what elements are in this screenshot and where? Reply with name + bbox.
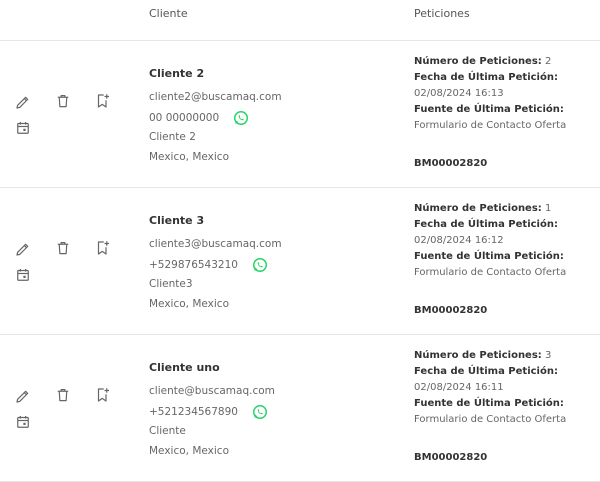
pencil-icon[interactable]	[14, 387, 32, 405]
bookmark-add-icon[interactable]	[94, 386, 112, 404]
trash-icon[interactable]	[54, 386, 72, 404]
client-location: Mexico, Mexico	[149, 298, 230, 310]
last-request-date-value: 02/08/2024 16:13	[414, 88, 504, 99]
last-request-date-value: 02/08/2024 16:11	[414, 382, 504, 393]
client-info: Cliente uno cliente@buscamaq.com +521234…	[149, 360, 275, 462]
client-phone: +521234567890	[149, 406, 238, 418]
request-count-value: 2	[544, 56, 552, 67]
request-info: Número de Peticiones: 1 Fecha de Última …	[414, 201, 599, 316]
trash-icon[interactable]	[54, 239, 72, 257]
calendar-icon[interactable]	[14, 119, 32, 137]
client-info: Cliente 2 cliente2@buscamaq.com 00 00000…	[149, 66, 282, 168]
last-request-source-label: Fuente de Última Petición:	[414, 104, 564, 115]
client-company: Cliente 2	[149, 131, 196, 143]
table-row: Cliente uno cliente@buscamaq.com +521234…	[0, 335, 600, 482]
client-company: Cliente3	[149, 278, 193, 290]
table-row: Cliente 2 cliente2@buscamaq.com 00 00000…	[0, 41, 600, 188]
client-name: Cliente uno	[149, 361, 220, 374]
client-company: Cliente	[149, 425, 186, 437]
table-row: Cliente 3 cliente3@buscamaq.com +5298765…	[0, 188, 600, 335]
last-request-source-label: Fuente de Última Petición:	[414, 398, 564, 409]
request-info: Número de Peticiones: 2 Fecha de Última …	[414, 54, 599, 169]
client-email: cliente3@buscamaq.com	[149, 238, 282, 250]
whatsapp-icon[interactable]	[252, 257, 268, 273]
whatsapp-icon[interactable]	[252, 404, 268, 420]
last-request-date-label: Fecha de Última Petición:	[414, 219, 558, 230]
client-phone-line: +521234567890	[149, 402, 275, 422]
pencil-icon[interactable]	[14, 240, 32, 258]
pencil-icon[interactable]	[14, 93, 32, 111]
client-list: Cliente 2 cliente2@buscamaq.com 00 00000…	[0, 41, 600, 482]
client-info: Cliente 3 cliente3@buscamaq.com +5298765…	[149, 213, 282, 315]
request-count-line: Número de Peticiones: 1	[414, 201, 599, 217]
client-phone-line: 00 00000000	[149, 108, 282, 128]
whatsapp-icon[interactable]	[233, 110, 249, 126]
trash-icon[interactable]	[54, 92, 72, 110]
client-location: Mexico, Mexico	[149, 445, 230, 457]
last-request-source-label: Fuente de Última Petición:	[414, 251, 564, 262]
request-count-value: 3	[544, 350, 552, 361]
request-info: Número de Peticiones: 3 Fecha de Última …	[414, 348, 599, 463]
column-header-peticiones: Peticiones	[414, 7, 470, 20]
last-request-source-value: Formulario de Contacto Oferta	[414, 267, 567, 278]
request-count-label: Número de Peticiones:	[414, 350, 542, 361]
client-phone: 00 00000000	[149, 112, 220, 124]
column-header-cliente: Cliente	[149, 7, 188, 20]
request-count-value: 1	[544, 203, 552, 214]
last-request-date-value: 02/08/2024 16:12	[414, 235, 504, 246]
client-name: Cliente 3	[149, 214, 205, 227]
client-email: cliente2@buscamaq.com	[149, 91, 282, 103]
client-email: cliente@buscamaq.com	[149, 385, 275, 397]
client-location: Mexico, Mexico	[149, 151, 230, 163]
table-header: Cliente Peticiones	[0, 0, 600, 41]
last-request-source-value: Formulario de Contacto Oferta	[414, 120, 567, 131]
calendar-icon[interactable]	[14, 413, 32, 431]
request-count-line: Número de Peticiones: 3	[414, 348, 599, 364]
calendar-icon[interactable]	[14, 266, 32, 284]
bookmark-add-icon[interactable]	[94, 239, 112, 257]
last-request-date-label: Fecha de Última Petición:	[414, 366, 558, 377]
request-count-label: Número de Peticiones:	[414, 203, 542, 214]
client-phone-line: +529876543210	[149, 255, 282, 275]
client-name: Cliente 2	[149, 67, 205, 80]
client-phone: +529876543210	[149, 259, 238, 271]
request-count-line: Número de Peticiones: 2	[414, 54, 599, 70]
last-request-source-value: Formulario de Contacto Oferta	[414, 414, 567, 425]
request-count-label: Número de Peticiones:	[414, 56, 542, 67]
request-code[interactable]: BM00002820	[414, 158, 487, 169]
request-code[interactable]: BM00002820	[414, 305, 487, 316]
request-code[interactable]: BM00002820	[414, 452, 487, 463]
last-request-date-label: Fecha de Última Petición:	[414, 72, 558, 83]
bookmark-add-icon[interactable]	[94, 92, 112, 110]
